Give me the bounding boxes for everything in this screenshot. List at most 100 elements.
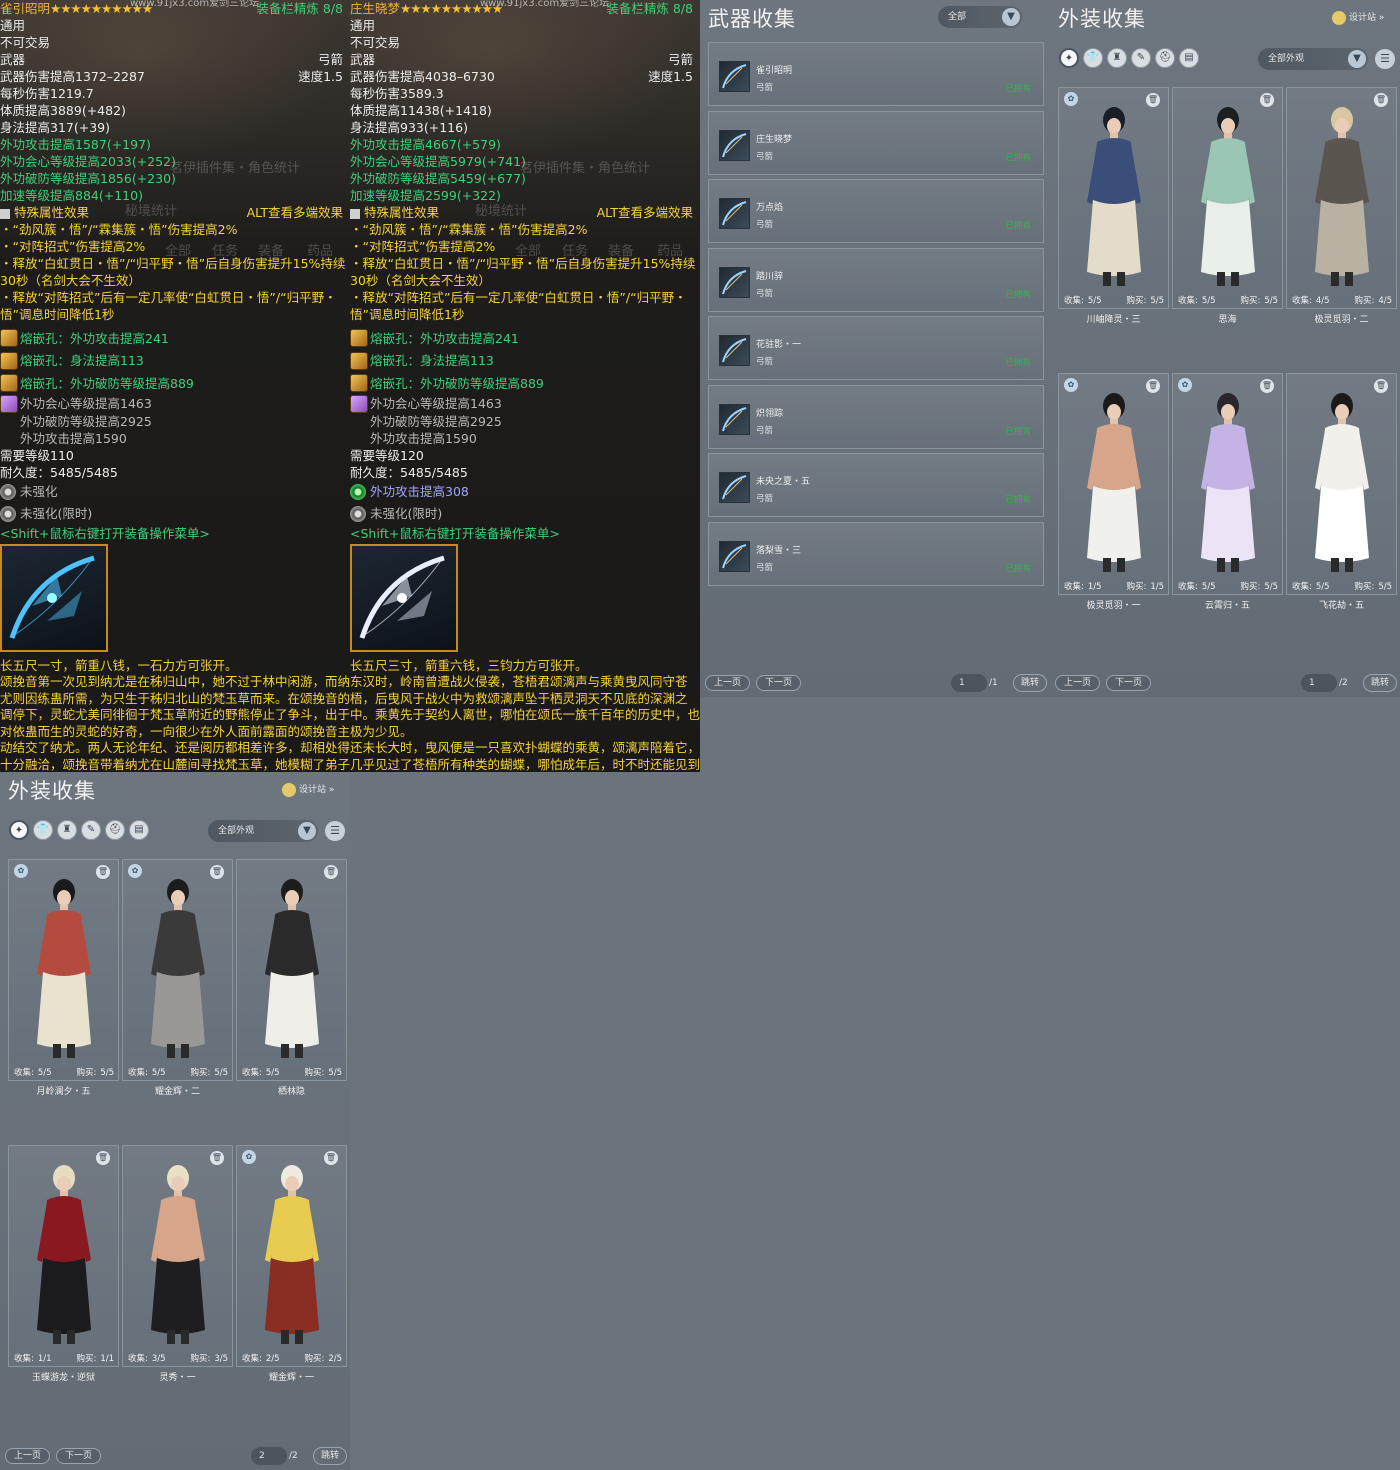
outfit-filter-dropdown[interactable]: 全部外观 ▼ (1258, 48, 1368, 70)
outfit-card[interactable]: 🗑 收集: 4/5 购买: 4/5 (1286, 87, 1397, 309)
hat-category-icon[interactable]: ♜ (57, 820, 77, 840)
collection-badge-icon: ✿ (242, 1150, 256, 1164)
jump-button[interactable]: 跳转 (1013, 674, 1048, 692)
background-watermark: 全部 (515, 244, 542, 259)
weapon-list-item[interactable]: 未央之夏・五 弓箭 已拥有 (708, 453, 1044, 517)
outfit-category-icon[interactable]: 👕 (33, 820, 53, 840)
weapon-list-item[interactable]: 万点焰 弓箭 已拥有 (708, 179, 1044, 243)
weapon-list-item[interactable]: 花驻影・一 弓箭 已拥有 (708, 316, 1044, 380)
page-input[interactable]: 2 (251, 1447, 287, 1465)
filter-settings-icon[interactable]: ☰ (325, 821, 345, 841)
outfit-stats: 收集: 5/5 购买: 5/5 (1292, 580, 1392, 592)
timed-enchant-text: 未强化(限时) (20, 506, 93, 521)
jump-button[interactable]: 跳转 (313, 1447, 348, 1465)
enchant-icon (0, 505, 16, 522)
page-input[interactable]: 1 (951, 674, 987, 692)
collect-label: 收集: (242, 1068, 262, 1078)
attribute-value: 外功破防等级提高1856 (0, 171, 132, 186)
background-watermark: 任务 (562, 244, 589, 259)
special-effect-line: ・释放“白虹贯日・悟”/“归平野・悟”后自身伤害提升15%持续30秒（名剑大会不… (350, 256, 696, 288)
collect-label: 收集: (14, 1354, 34, 1364)
timed-enchant-line: 未强化(限时) (350, 503, 700, 525)
outfit-card[interactable]: 🗑 收集: 5/5 购买: 5/5 (1172, 87, 1283, 309)
outfit-card[interactable]: ✿ 🗑 收集: 1/5 购买: 1/5 (1058, 373, 1169, 595)
attribute-line: 加速等级提高2599(+322) (350, 187, 700, 204)
weapon-skin-category-icon[interactable]: ✎ (81, 820, 101, 840)
set-bonus-text: 外功攻击提高1590 (20, 430, 127, 446)
gem-text: 熔嵌孔：外功破防等级提高889 (20, 375, 194, 391)
attribute-value: 外功会心等级提高5979 (350, 154, 482, 169)
hat-category-icon[interactable]: ♜ (1107, 48, 1127, 68)
designer-station-link[interactable]: 设计站 » (1332, 10, 1384, 25)
set-icon (0, 394, 18, 413)
weapon-list-item[interactable]: 庄生晓梦 弓箭 已拥有 (708, 110, 1044, 175)
attribute-bonus: (+1418) (439, 103, 492, 118)
enchant-icon (350, 483, 366, 500)
prev-page-button[interactable]: 上一页 (705, 675, 751, 691)
outfit-card[interactable]: ✿ 🗑 收集: 5/5 购买: 5/5 (8, 859, 119, 1081)
enchant-line: 外功攻击提高308 (350, 481, 700, 503)
gem-slot: 熔嵌孔：外功破防等级提高889 (0, 372, 350, 395)
next-page-button[interactable]: 下一页 (1106, 675, 1152, 691)
special-effect-line: ・“劲风簇・悟”/“霖集簇・悟”伤害提高2% (0, 222, 238, 237)
weapon-tooltip-2: 庄生晓梦★★★★★★★★★★ 装备栏精炼 8/8 通用 不可交易 武器 弓箭 武器伤害提高4… (350, 0, 700, 772)
outfit-card[interactable]: 🗑 收集: 3/5 购买: 3/5 (122, 1145, 233, 1367)
collect-count: 2/5 (265, 1354, 280, 1364)
designer-station-link[interactable]: 设计站 » (282, 782, 334, 797)
outfit-filter-dropdown[interactable]: 全部外观 ▼ (208, 820, 318, 842)
outfit-category-icon[interactable]: 👕 (1083, 48, 1103, 68)
prev-page-button[interactable]: 上一页 (1055, 675, 1101, 691)
weapon-list-item[interactable]: 落梨雪・三 弓箭 已拥有 (708, 521, 1044, 586)
filter-settings-icon[interactable]: ☰ (1375, 49, 1395, 69)
attribute-bonus: (+116) (423, 120, 468, 135)
all-category-icon[interactable]: ✦ (9, 820, 29, 840)
all-category-icon[interactable]: ✦ (1059, 48, 1079, 68)
outfit-card[interactable]: 🗑 收集: 5/5 购买: 5/5 (1286, 373, 1397, 595)
item-name: 庄生晓梦 (350, 1, 401, 16)
menu-hint: <Shift+鼠标右键打开装备操作菜单> (350, 525, 560, 541)
special-icon (0, 208, 10, 219)
owned-status: 已拥有 (1005, 426, 1031, 437)
bind-type: 通用 (0, 18, 26, 33)
special-effect-line: ・释放“白虹贯日・悟”/“归平野・悟”后自身伤害提升15%持续30秒（名剑大会不… (0, 256, 346, 288)
outfit-card[interactable]: ✿ 🗑 收集: 2/5 购买: 2/5 (236, 1145, 347, 1367)
outfit-card[interactable]: 🗑 收集: 5/5 购买: 5/5 (236, 859, 347, 1081)
page-input[interactable]: 1 (1301, 674, 1337, 692)
hair-category-icon[interactable]: ⛑ (1155, 48, 1175, 68)
background-watermark: 全部 (165, 244, 192, 259)
next-page-button[interactable]: 下一页 (756, 675, 802, 691)
outfit-card[interactable]: 🗑 收集: 1/1 购买: 1/1 (8, 1145, 119, 1367)
weapon-list-item[interactable]: 雀引昭明 弓箭 已拥有 (708, 42, 1044, 106)
gem-text: 熔嵌孔：身法提高113 (20, 353, 144, 369)
hair-category-icon[interactable]: ⛑ (105, 820, 125, 840)
gem-icon (0, 374, 18, 393)
collect-count: 5/5 (1087, 296, 1102, 306)
owned-status: 已拥有 (1005, 495, 1031, 505)
weapon-icon (719, 335, 750, 366)
outfit-card[interactable]: ✿ 🗑 收集: 5/5 购买: 5/5 (122, 859, 233, 1081)
lore-line: 长五尺一寸，箭重八钱，一石力方可张开。 (0, 657, 238, 673)
special-effect-line: ・“劲风簇・悟”/“霖集簇・悟”伤害提高2% (350, 222, 588, 237)
weapon-filter-dropdown[interactable]: 全部 ▼ (938, 6, 1022, 28)
collect-label: 收集: (1064, 296, 1084, 306)
weapon-list-item[interactable]: 踏川骍 弓箭 已拥有 (708, 247, 1044, 312)
prev-page-button[interactable]: 上一页 (5, 1448, 51, 1464)
character-figure (151, 1165, 205, 1344)
menu-hint: <Shift+鼠标右键打开装备操作菜单> (0, 525, 210, 541)
other-category-icon[interactable]: ▤ (129, 820, 149, 840)
collection-badge-icon: ✿ (1178, 378, 1192, 392)
outfit-card[interactable]: ✿ 🗑 收集: 5/5 购买: 5/5 (1172, 373, 1283, 595)
panel-title: 外装收集 (1058, 7, 1146, 31)
outfit-stats: 收集: 5/5 购买: 5/5 (1178, 294, 1278, 306)
gem-slot: 熔嵌孔：外功攻击提高241 (350, 327, 700, 350)
jump-button[interactable]: 跳转 (1363, 674, 1398, 692)
background-watermark: 装备 (608, 244, 635, 259)
buy-count: 1/5 (1150, 582, 1164, 592)
outfit-card[interactable]: ✿ 🗑 收集: 5/5 购买: 5/5 (1058, 87, 1169, 309)
next-page-button[interactable]: 下一页 (56, 1448, 102, 1464)
weapon-skin-category-icon[interactable]: ✎ (1131, 48, 1151, 68)
weapon-list-item[interactable]: 炽翎踪 弓箭 已拥有 (708, 384, 1044, 449)
outfit-stats: 收集: 2/5 购买: 2/5 (242, 1352, 342, 1364)
attribute-line: 外功攻击提高1587(+197) (0, 136, 350, 153)
other-category-icon[interactable]: ▤ (1179, 48, 1199, 68)
